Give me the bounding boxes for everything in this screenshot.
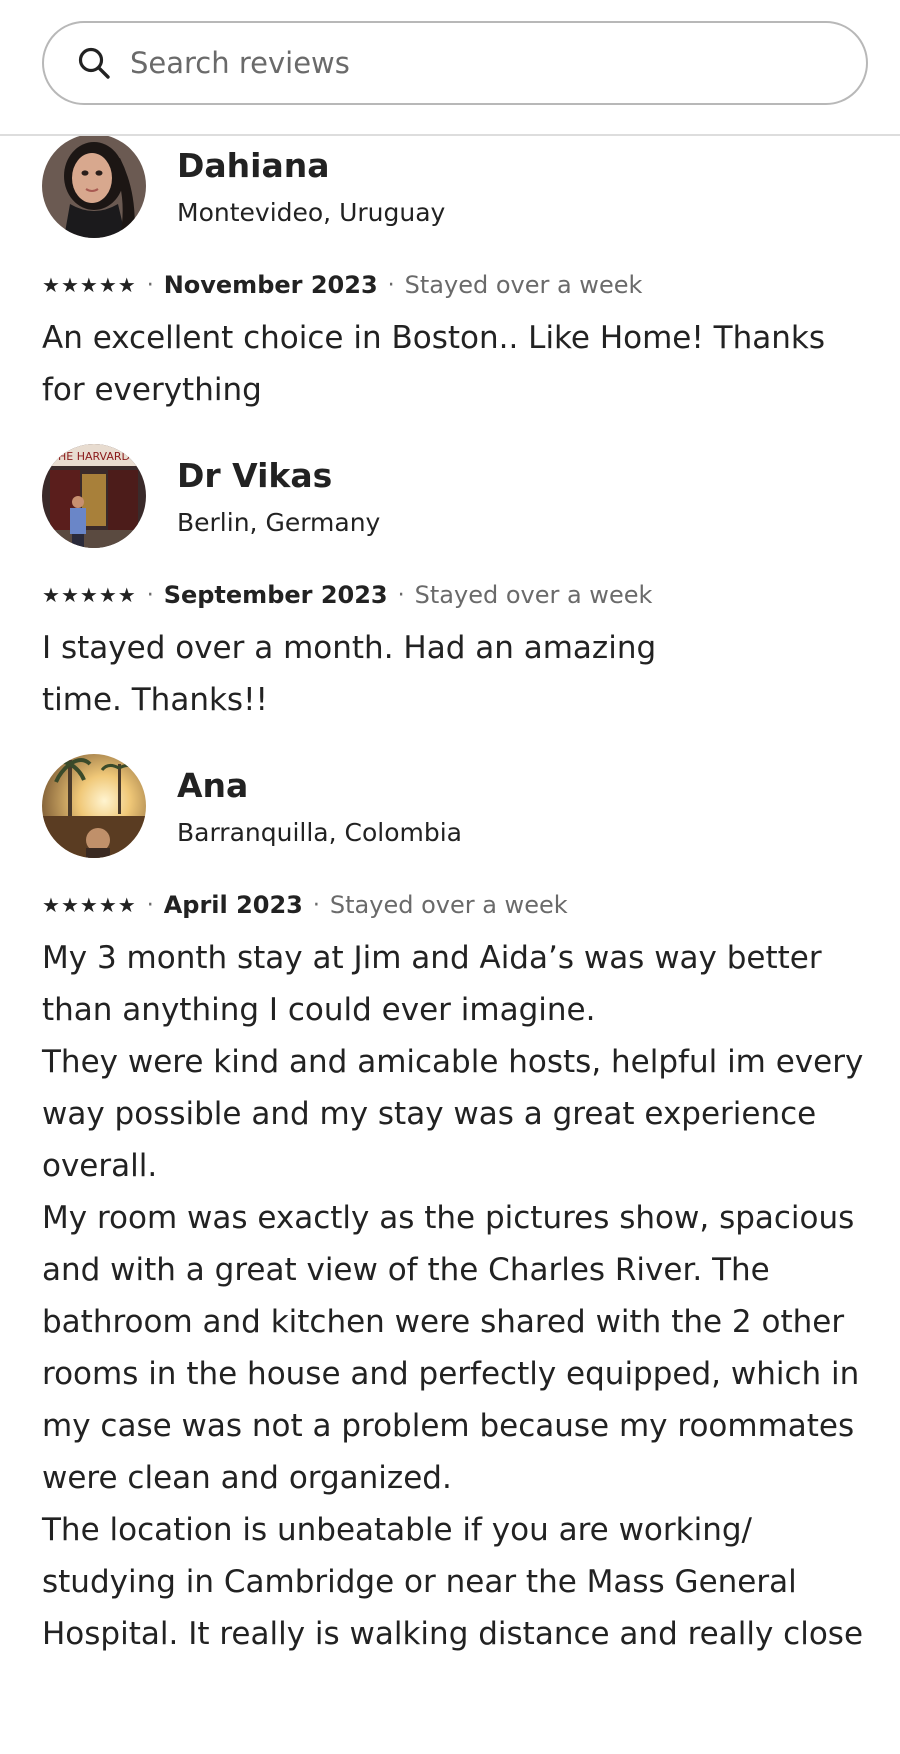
star-icon: ★ (42, 583, 60, 607)
reviews-list[interactable]: Dahiana Montevideo, Uruguay ★ ★ ★ ★ ★ · … (0, 136, 900, 1754)
star-rating: ★ ★ ★ ★ ★ (42, 585, 137, 605)
review-meta: ★ ★ ★ ★ ★ · November 2023 · Stayed over … (42, 270, 642, 300)
separator-dot: · (387, 272, 395, 298)
avatar[interactable] (42, 754, 146, 858)
review-text: An excellent choice in Boston.. Like Hom… (42, 320, 825, 408)
star-icon: ★ (98, 893, 117, 917)
star-icon: ★ (42, 893, 60, 917)
star-icon: ★ (60, 583, 79, 607)
review-text: I stayed over a month. Had an amazing ti… (42, 630, 657, 718)
stay-length: Stayed over a week (404, 271, 643, 299)
separator-dot: · (146, 892, 154, 918)
star-icon: ★ (42, 273, 60, 297)
review-text: My 3 month stay at Jim and Aida’s was wa… (42, 940, 864, 1652)
separator-dot: · (146, 272, 154, 298)
search-icon (76, 45, 112, 81)
stay-length: Stayed over a week (414, 581, 653, 609)
reviewer-name: Dr Vikas (177, 456, 333, 495)
star-rating: ★ ★ ★ ★ ★ (42, 895, 137, 915)
star-icon: ★ (117, 893, 136, 917)
star-icon: ★ (98, 583, 117, 607)
search-input[interactable] (128, 45, 772, 81)
reviewer-location: Barranquilla, Colombia (177, 818, 462, 847)
review-meta: ★ ★ ★ ★ ★ · September 2023 · Stayed over… (42, 580, 652, 610)
search-bar[interactable] (42, 21, 868, 105)
star-icon: ★ (117, 583, 136, 607)
star-icon: ★ (60, 273, 79, 297)
reviewer-location: Montevideo, Uruguay (177, 198, 446, 227)
separator-dot: · (312, 892, 320, 918)
separator-dot: · (146, 582, 154, 608)
svg-text:HE HARVARD: HE HARVARD (58, 450, 130, 463)
star-rating: ★ ★ ★ ★ ★ (42, 275, 137, 295)
reviewer-name: Ana (177, 766, 249, 805)
star-icon: ★ (79, 583, 98, 607)
review-date: September 2023 (163, 581, 388, 609)
star-icon: ★ (79, 273, 98, 297)
review-date: November 2023 (163, 271, 378, 299)
reviewer-name: Dahiana (177, 146, 330, 185)
review-meta: ★ ★ ★ ★ ★ · April 2023 · Stayed over a w… (42, 890, 568, 920)
reviewer-location: Berlin, Germany (177, 508, 381, 537)
separator-dot: · (397, 582, 405, 608)
star-icon: ★ (60, 893, 79, 917)
star-icon: ★ (98, 273, 117, 297)
star-icon: ★ (79, 893, 98, 917)
star-icon: ★ (117, 273, 136, 297)
avatar[interactable]: HE HARVARD (42, 444, 146, 548)
stay-length: Stayed over a week (329, 891, 568, 919)
review-date: April 2023 (163, 891, 303, 919)
avatar[interactable] (42, 136, 146, 238)
